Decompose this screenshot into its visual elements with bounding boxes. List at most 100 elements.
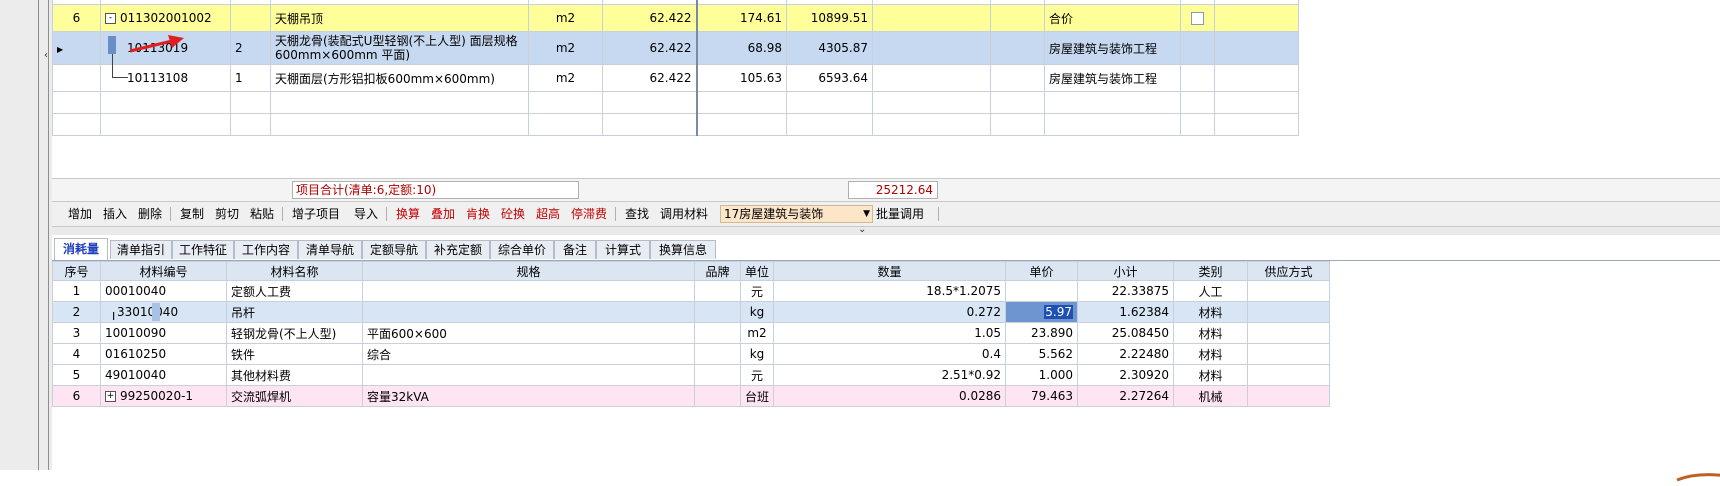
qty-cell[interactable]: 62.422 <box>602 4 698 32</box>
spec-cell[interactable]: 容量32kVA <box>362 385 695 407</box>
tab-work-content[interactable]: 工作内容 <box>234 240 298 259</box>
qty-cell[interactable]: 62.422 <box>602 31 698 65</box>
col-header[interactable]: 材料名称 <box>226 261 363 281</box>
table-row[interactable]: 3 10010090 轻钢龙骨(不上人型) 平面600×600 m2 1.05 … <box>52 322 1331 344</box>
table-row[interactable]: 10113108 1 天棚面层(方形铝扣板600mm×600mm) m2 62.… <box>52 64 1299 92</box>
price-cell[interactable]: 5.562 <box>1005 343 1079 365</box>
brand-cell[interactable] <box>694 301 741 323</box>
col-header[interactable]: 单价 <box>1005 261 1079 281</box>
table-row[interactable]: 5 49010040 其他材料费 元 2.51*0.92 1.000 2.309… <box>52 364 1331 386</box>
supply-cell[interactable] <box>1247 364 1331 386</box>
supply-cell[interactable] <box>1247 301 1331 323</box>
price-cell[interactable]: 1.000 <box>1005 364 1079 386</box>
code-cell[interactable]: 10113108 <box>100 64 231 92</box>
tab-formula[interactable]: 计算式 <box>596 240 650 259</box>
tab-consumption[interactable]: 消耗量 <box>54 238 108 260</box>
col-header[interactable]: 材料编号 <box>100 261 227 281</box>
qty-cell[interactable]: 18.5*1.2075 <box>773 280 1007 302</box>
spec-cell[interactable]: 综合 <box>362 343 695 365</box>
brand-cell[interactable] <box>694 343 741 365</box>
col-header[interactable]: 数量 <box>773 261 1007 281</box>
qty-cell[interactable]: 2.51*0.92 <box>773 364 1007 386</box>
code-cell[interactable]: 10010090 <box>100 322 227 344</box>
concrete-convert-button[interactable]: 砼换 <box>501 206 525 222</box>
copy-button[interactable]: 复制 <box>180 206 204 222</box>
empty-row[interactable] <box>52 113 1299 136</box>
code-cell[interactable]: 01610250 <box>100 343 227 365</box>
add-subitem-button[interactable]: 增子项目 <box>292 206 340 222</box>
qty-cell[interactable]: 0.4 <box>773 343 1007 365</box>
name-cell[interactable]: 天棚面层(方形铝扣板600mm×600mm) <box>270 64 529 92</box>
ken-convert-button[interactable]: 肯换 <box>466 206 490 222</box>
tab-supplement-quota[interactable]: 补充定额 <box>426 240 490 259</box>
tab-unit-price[interactable]: 综合单价 <box>490 240 554 259</box>
brand-cell[interactable] <box>694 364 741 386</box>
paste-button[interactable]: 粘贴 <box>250 206 274 222</box>
table-row-selected[interactable]: 2 33010040 吊杆 kg 0.272 5.97 1.62384 材料 <box>52 301 1331 323</box>
collapse-left-icon[interactable]: ‹ <box>44 50 48 61</box>
table-row[interactable]: 6 +99250020-1 交流弧焊机 容量32kVA 台班 0.0286 79… <box>52 385 1331 407</box>
spec-cell[interactable] <box>362 301 695 323</box>
name-cell[interactable]: 天棚龙骨(装配式U型轻钢(不上人型) 面层规格600mm×600mm 平面) <box>270 31 529 65</box>
price-edit-value[interactable]: 5.97 <box>1044 305 1074 319</box>
brand-cell[interactable] <box>694 322 741 344</box>
delete-button[interactable]: 删除 <box>138 206 162 222</box>
qty-cell[interactable]: 62.422 <box>602 64 698 92</box>
chevron-down-icon[interactable]: ⌄ <box>858 224 866 235</box>
code-cell[interactable]: +99250020-1 <box>100 385 227 407</box>
empty-row[interactable] <box>52 91 1299 114</box>
col-header[interactable]: 品牌 <box>694 261 741 281</box>
col-header[interactable]: 小计 <box>1077 261 1175 281</box>
import-button[interactable]: 导入 <box>354 206 378 222</box>
name-cell[interactable]: 定额人工费 <box>226 280 363 302</box>
spec-cell[interactable] <box>362 364 695 386</box>
spec-cell[interactable] <box>362 280 695 302</box>
price-cell[interactable]: 79.463 <box>1005 385 1079 407</box>
checkbox-cell[interactable] <box>1180 4 1215 32</box>
brand-cell[interactable] <box>694 385 741 407</box>
add-button[interactable]: 增加 <box>68 206 92 222</box>
qty-cell[interactable]: 1.05 <box>773 322 1007 344</box>
name-cell[interactable]: 轻钢龙骨(不上人型) <box>226 322 363 344</box>
convert-button[interactable]: 换算 <box>396 206 420 222</box>
expand-icon[interactable]: + <box>105 391 116 402</box>
table-row[interactable]: 1 00010040 定额人工费 元 18.5*1.2075 22.33875 … <box>52 280 1331 302</box>
tab-bill-nav[interactable]: 清单导航 <box>298 240 362 259</box>
col-header[interactable]: 序号 <box>52 261 101 281</box>
checkbox[interactable] <box>1191 12 1204 25</box>
name-cell[interactable]: 其他材料费 <box>226 364 363 386</box>
code-cell[interactable]: -011302001002 <box>100 4 231 32</box>
profession-select[interactable]: 17房屋建筑与装饰 ▼ <box>720 205 873 223</box>
tab-work-feature[interactable]: 工作特征 <box>172 240 234 259</box>
tab-quota-nav[interactable]: 定额导航 <box>362 240 426 259</box>
find-button[interactable]: 查找 <box>625 206 649 222</box>
qty-cell[interactable]: 0.0286 <box>773 385 1007 407</box>
price-cell[interactable]: 23.890 <box>1005 322 1079 344</box>
code-cell[interactable]: 33010040 <box>100 301 227 323</box>
use-material-button[interactable]: 调用材料 <box>660 206 708 222</box>
table-row[interactable]: 6 -011302001002 天棚吊顶 m2 62.422 174.61 10… <box>52 4 1299 32</box>
brand-cell[interactable] <box>694 280 741 302</box>
price-edit-cell[interactable]: 5.97 <box>1005 301 1079 323</box>
stack-button[interactable]: 叠加 <box>431 206 455 222</box>
tab-notes[interactable]: 备注 <box>554 240 596 259</box>
name-cell[interactable]: 吊杆 <box>226 301 363 323</box>
price-cell[interactable] <box>1005 280 1079 302</box>
collapse-icon[interactable]: - <box>105 13 116 24</box>
col-header[interactable]: 供应方式 <box>1247 261 1331 281</box>
stagnation-fee-button[interactable]: 停滞费 <box>571 206 607 222</box>
insert-button[interactable]: 插入 <box>103 206 127 222</box>
panel-splitter[interactable]: ⌄ <box>52 224 1720 235</box>
supply-cell[interactable] <box>1247 280 1331 302</box>
name-cell[interactable]: 铁件 <box>226 343 363 365</box>
qty-cell[interactable]: 0.272 <box>773 301 1007 323</box>
tab-convert-info[interactable]: 换算信息 <box>650 240 716 259</box>
chevron-down-icon[interactable]: ▼ <box>863 206 870 222</box>
supply-cell[interactable] <box>1247 385 1331 407</box>
batch-call-button[interactable]: 批量调用 <box>876 206 924 222</box>
code-cell[interactable]: 00010040 <box>100 280 227 302</box>
table-row-selected[interactable]: ▶ 10113019 2 天棚龙骨(装配式U型轻钢(不上人型) 面层规格600m… <box>52 31 1299 65</box>
cut-button[interactable]: 剪切 <box>215 206 239 222</box>
supply-cell[interactable] <box>1247 343 1331 365</box>
col-header[interactable]: 规格 <box>362 261 695 281</box>
